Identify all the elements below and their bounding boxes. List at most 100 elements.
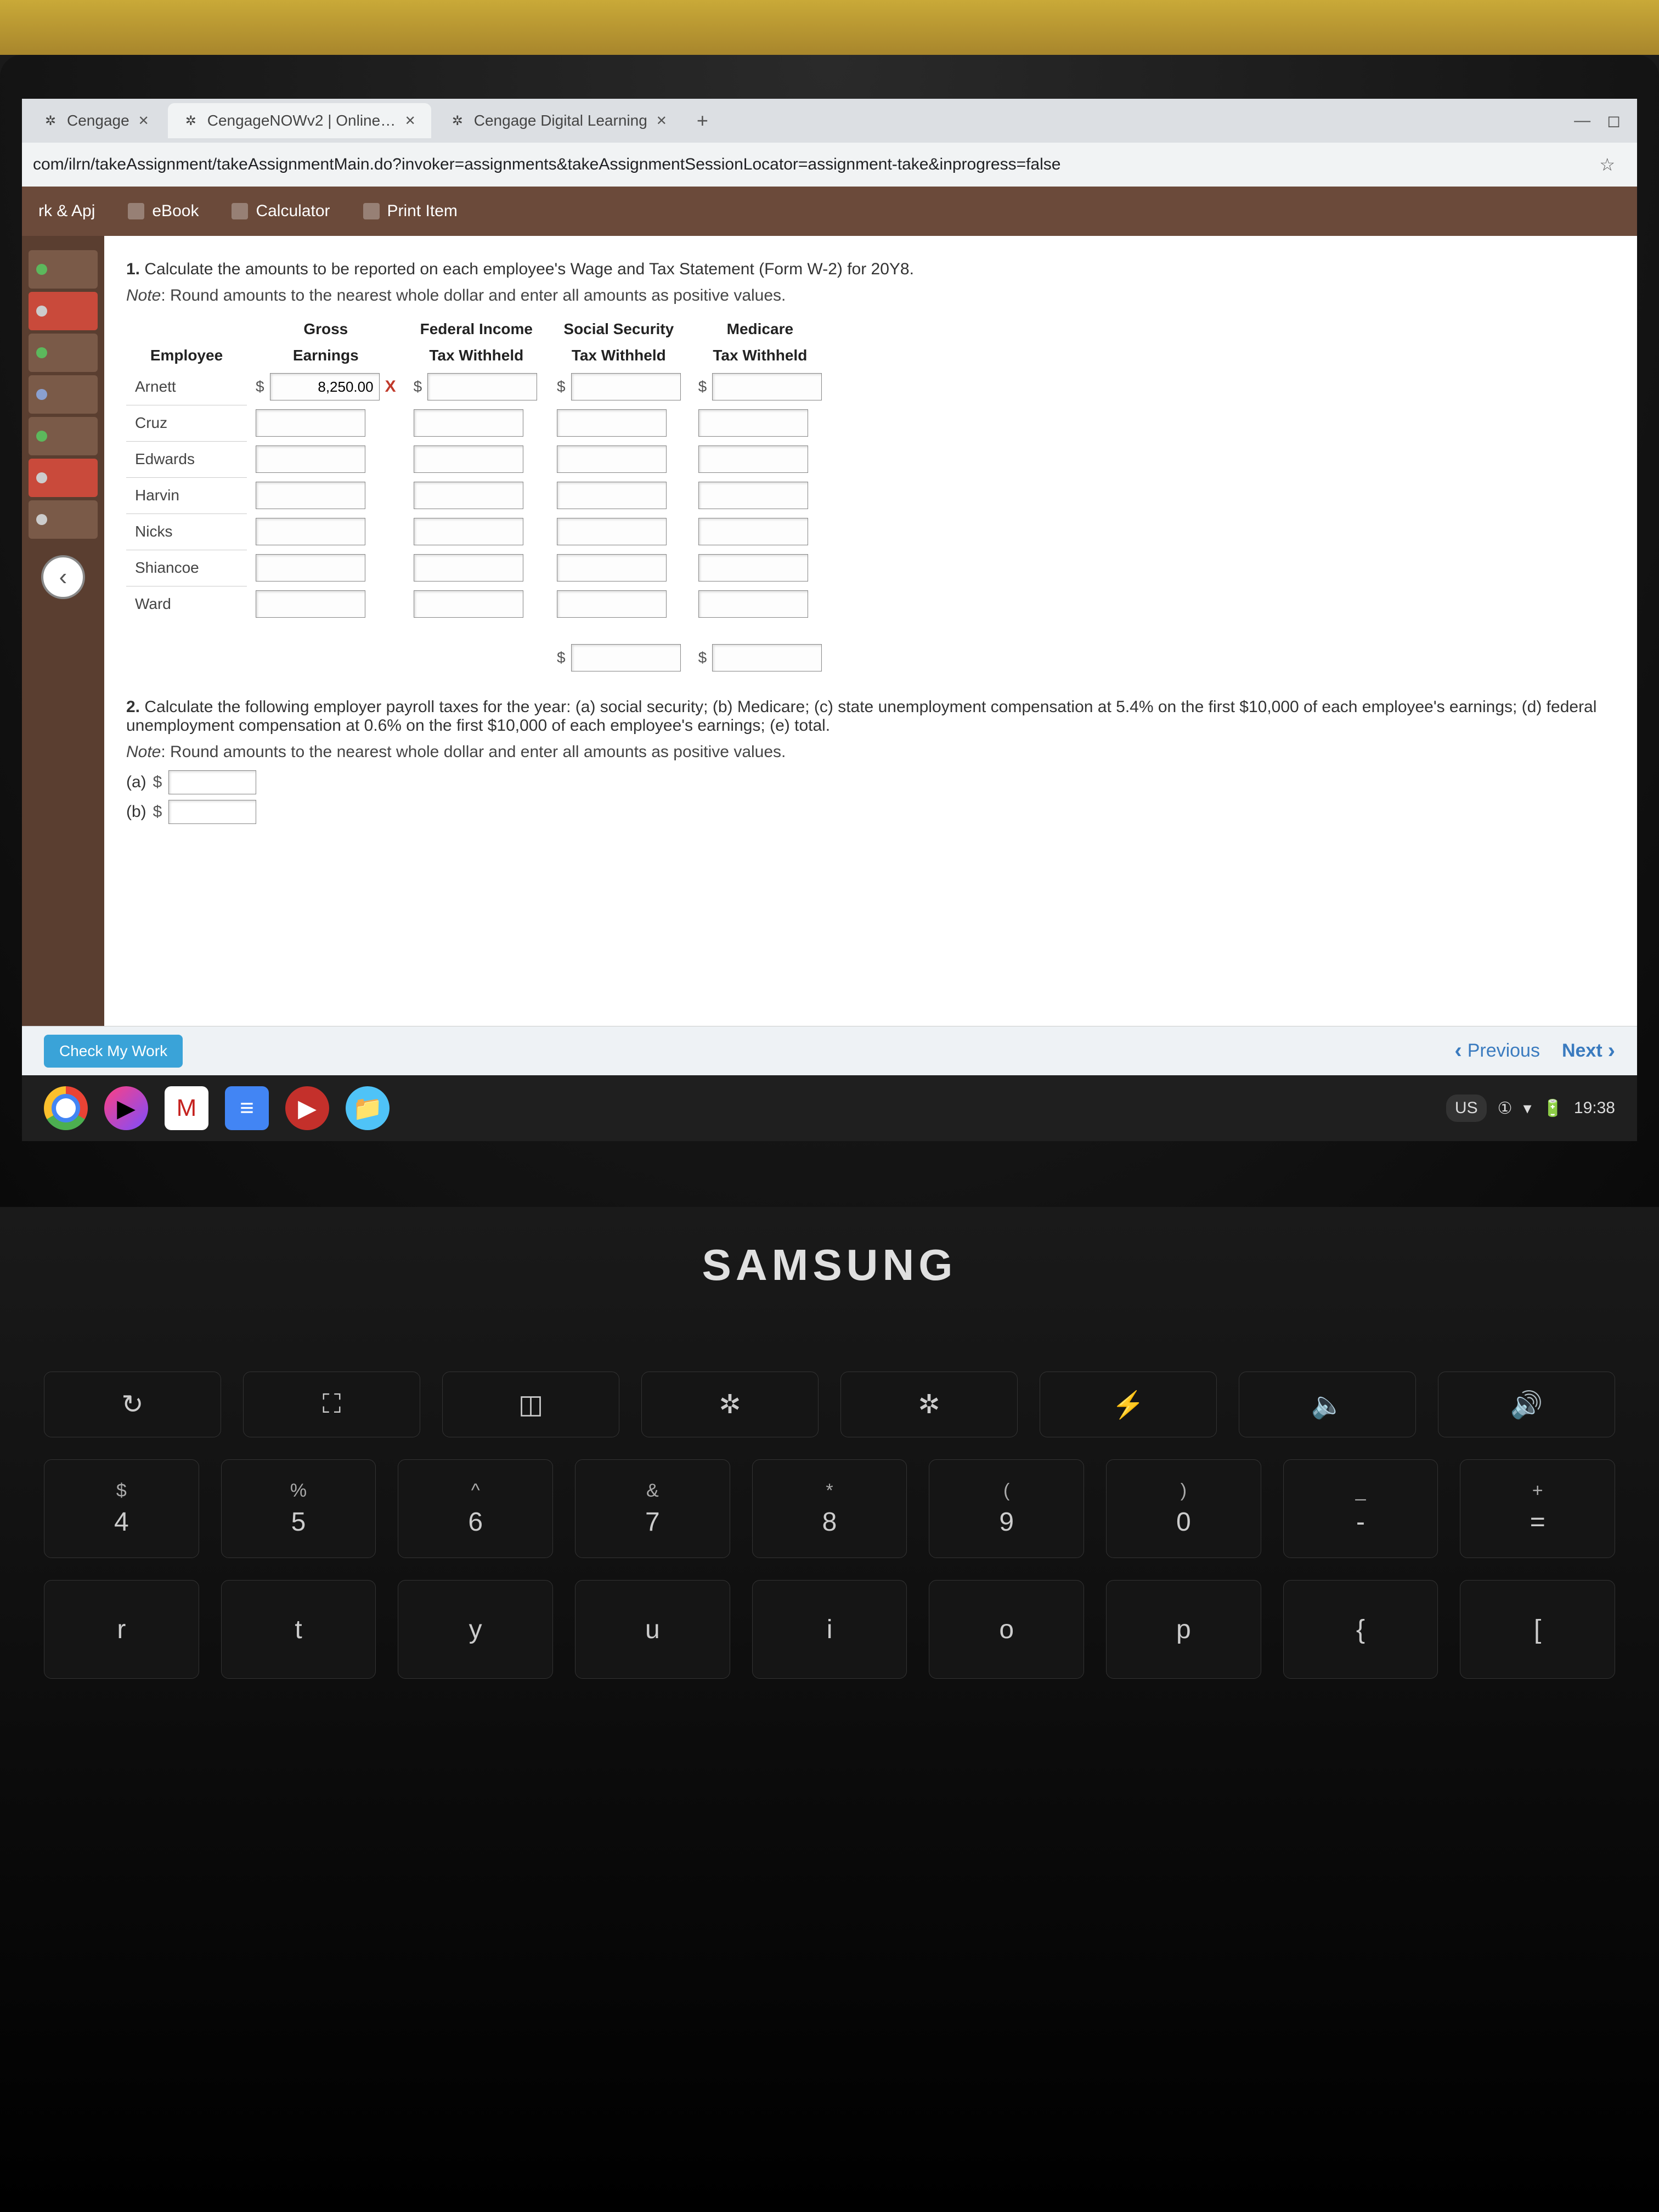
amount-input[interactable] — [698, 445, 808, 473]
check-my-work-button[interactable]: Check My Work — [44, 1035, 183, 1068]
amount-input[interactable] — [256, 554, 365, 582]
dollar-sign: $ — [698, 649, 707, 667]
chrome-icon[interactable] — [44, 1086, 88, 1130]
table-row: Cruz — [126, 405, 831, 441]
keyboard-key: 🔊 — [1438, 1372, 1615, 1437]
chevron-left-icon: ‹ — [59, 563, 67, 591]
calculator-icon — [232, 203, 248, 219]
window-controls: — ◻ — [1574, 111, 1632, 131]
dollar-sign: $ — [557, 378, 566, 396]
keyboard-key: 🔈 — [1239, 1372, 1416, 1437]
amount-input[interactable] — [414, 482, 523, 509]
maximize-icon[interactable]: ◻ — [1607, 111, 1621, 131]
keyboard-key: p — [1106, 1580, 1261, 1679]
browser-tab-cengagenow[interactable]: ✲ CengageNOWv2 | Online teachin ✕ — [168, 103, 431, 138]
language-indicator[interactable]: US — [1446, 1094, 1487, 1122]
calculator-button[interactable]: Calculator — [232, 202, 330, 221]
amount-input[interactable] — [698, 554, 808, 582]
amount-input[interactable] — [414, 409, 523, 437]
back-button[interactable]: ‹ — [41, 555, 85, 599]
answer-a-input[interactable] — [168, 770, 256, 794]
youtube-icon[interactable]: ▶ — [285, 1086, 329, 1130]
dollar-sign: $ — [557, 649, 566, 667]
browser-tab-cengage[interactable]: ✲ Cengage ✕ — [27, 103, 165, 138]
keyboard-key: _- — [1283, 1459, 1438, 1558]
play-store-icon[interactable]: ▶ — [104, 1086, 148, 1130]
keyboard-key: o — [929, 1580, 1084, 1679]
status-dot-icon — [36, 306, 47, 317]
table-row: Arnett$X$$$ — [126, 369, 831, 405]
employee-name: Cruz — [126, 405, 247, 441]
favicon-icon: ✲ — [183, 113, 199, 128]
amount-input[interactable] — [698, 482, 808, 509]
q2-number: 2. — [126, 698, 140, 716]
total-ss-input[interactable] — [571, 644, 681, 672]
system-tray[interactable]: US ① ▾ 🔋 19:38 — [1446, 1094, 1615, 1122]
amount-input[interactable] — [557, 445, 667, 473]
amount-input[interactable] — [414, 445, 523, 473]
favicon-icon: ✲ — [43, 113, 58, 128]
keyboard-key: ↻ — [44, 1372, 221, 1437]
sidebar-step-3[interactable] — [29, 334, 98, 372]
browser-tab-digital-learning[interactable]: ✲ Cengage Digital Learning ✕ — [435, 103, 682, 138]
amount-input[interactable] — [557, 590, 667, 618]
amount-input[interactable] — [414, 554, 523, 582]
amount-input[interactable] — [698, 590, 808, 618]
amount-input[interactable] — [557, 554, 667, 582]
sidebar-step-5[interactable] — [29, 417, 98, 455]
amount-input[interactable] — [427, 373, 537, 400]
previous-link[interactable]: ‹ Previous — [1454, 1039, 1540, 1063]
amount-input[interactable] — [256, 445, 365, 473]
gmail-icon[interactable]: M — [165, 1086, 208, 1130]
footer-bar: Check My Work ‹ Previous Next › — [22, 1026, 1637, 1075]
sidebar-step-6[interactable] — [29, 459, 98, 497]
amount-input[interactable] — [414, 518, 523, 545]
docs-icon[interactable]: ≡ — [225, 1086, 269, 1130]
answer-b-input[interactable] — [168, 800, 256, 824]
table-row: Shiancoe — [126, 550, 831, 586]
bookmark-star-icon[interactable]: ☆ — [1588, 154, 1626, 175]
minimize-icon[interactable]: — — [1574, 111, 1590, 131]
amount-input[interactable] — [557, 518, 667, 545]
amount-input[interactable] — [414, 590, 523, 618]
ebook-button[interactable]: eBook — [128, 202, 199, 221]
print-button[interactable]: Print Item — [363, 202, 458, 221]
sidebar-step-7[interactable] — [29, 500, 98, 539]
amount-input[interactable] — [698, 518, 808, 545]
sidebar-step-2[interactable] — [29, 292, 98, 330]
amount-input[interactable] — [256, 590, 365, 618]
total-med-input[interactable] — [712, 644, 822, 672]
amount-input[interactable] — [256, 409, 365, 437]
q1-text: Calculate the amounts to be reported on … — [144, 260, 914, 278]
employee-name: Nicks — [126, 514, 247, 550]
sidebar-step-4[interactable] — [29, 375, 98, 414]
sidebar-step-1[interactable] — [29, 250, 98, 289]
amount-input[interactable] — [571, 373, 681, 400]
amount-input[interactable] — [270, 373, 380, 400]
close-icon[interactable]: ✕ — [656, 113, 667, 129]
status-dot-icon — [36, 514, 47, 525]
q2-text: Calculate the following employer payroll… — [126, 698, 1596, 735]
label-a: (a) — [126, 773, 146, 792]
notification-icon[interactable]: ① — [1498, 1099, 1513, 1118]
wifi-icon[interactable]: ▾ — [1523, 1099, 1532, 1118]
battery-icon[interactable]: 🔋 — [1543, 1099, 1563, 1118]
amount-input[interactable] — [256, 482, 365, 509]
new-tab-button[interactable]: + — [686, 109, 719, 132]
url-bar[interactable]: com/ilrn/takeAssignment/takeAssignmentMa… — [22, 143, 1637, 187]
amount-input[interactable] — [256, 518, 365, 545]
col-fed-2: Tax Withheld — [405, 342, 548, 369]
files-icon[interactable]: 📁 — [346, 1086, 390, 1130]
amount-input[interactable] — [557, 409, 667, 437]
amount-input[interactable] — [698, 409, 808, 437]
close-icon[interactable]: ✕ — [138, 113, 149, 129]
keyboard: ↻⛶◫✲✲⚡🔈🔊 $4%5^6&7*8(9)0_-+= rtyuiop{[ — [44, 1372, 1615, 1679]
close-icon[interactable]: ✕ — [405, 113, 416, 129]
col-med-2: Tax Withheld — [690, 342, 831, 369]
amount-input[interactable] — [557, 482, 667, 509]
clock[interactable]: 19:38 — [1574, 1099, 1615, 1118]
calculator-label: Calculator — [256, 202, 330, 221]
next-link[interactable]: Next › — [1562, 1039, 1615, 1063]
chevron-left-icon: ‹ — [1454, 1039, 1462, 1063]
amount-input[interactable] — [712, 373, 822, 400]
